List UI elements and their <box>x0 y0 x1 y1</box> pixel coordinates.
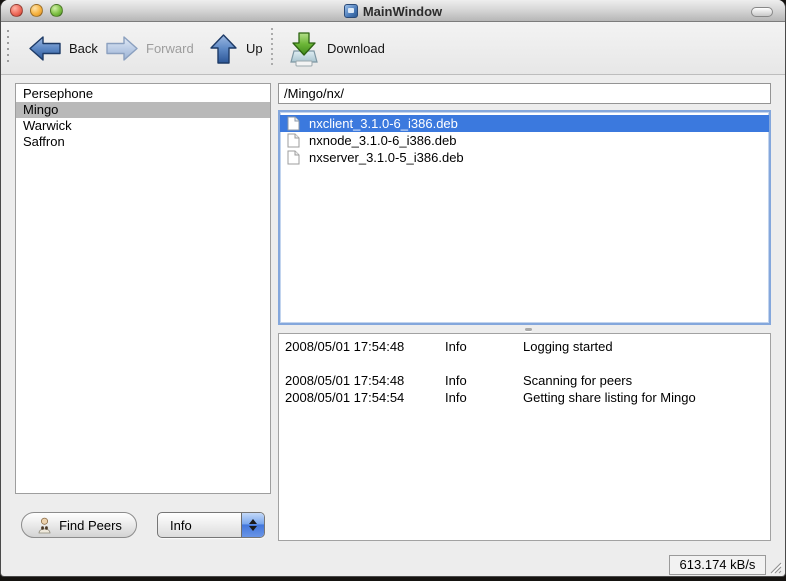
log-level: Info <box>445 389 467 406</box>
resize-grip-icon[interactable] <box>768 560 782 574</box>
back-arrow-icon <box>28 34 62 63</box>
forward-arrow-icon <box>105 34 139 63</box>
file-row[interactable]: nxnode_3.1.0-6_i386.deb <box>280 132 769 149</box>
back-button[interactable]: Back <box>28 22 98 75</box>
up-button[interactable]: Up <box>208 22 263 75</box>
splitter-handle[interactable] <box>278 325 771 333</box>
log-timestamp: 2008/05/01 17:54:54 <box>285 389 404 406</box>
file-row-selected[interactable]: nxclient_3.1.0-6_i386.deb <box>280 115 769 132</box>
popup-stepper-icon <box>241 513 264 537</box>
splitter-grip-icon <box>525 328 532 331</box>
file-name: nxclient_3.1.0-6_i386.deb <box>309 116 458 131</box>
file-name: nxnode_3.1.0-6_i386.deb <box>309 133 456 148</box>
toolbar-toggle-pill-button[interactable] <box>751 7 773 17</box>
file-row[interactable]: nxserver_3.1.0-5_i386.deb <box>280 149 769 166</box>
forward-button-label: Forward <box>146 41 194 56</box>
log-level-selected-value: Info <box>158 513 241 537</box>
log-entry: 2008/05/01 17:54:48 Info Scanning for pe… <box>279 372 770 389</box>
up-arrow-icon <box>208 33 239 65</box>
forward-button[interactable]: Forward <box>105 22 194 75</box>
chevron-up-icon <box>249 519 257 524</box>
person-binoculars-icon <box>36 517 53 534</box>
log-panel[interactable]: 2008/05/01 17:54:48 Info Logging started… <box>278 333 771 541</box>
download-button[interactable]: Download <box>288 22 385 75</box>
log-entry: 2008/05/01 17:54:54 Info Getting share l… <box>279 389 770 406</box>
find-peers-button[interactable]: Find Peers <box>21 512 137 538</box>
log-message: Logging started <box>523 338 613 355</box>
log-timestamp: 2008/05/01 17:54:48 <box>285 338 404 355</box>
app-window-icon <box>344 4 358 18</box>
chevron-down-icon <box>249 526 257 531</box>
log-message: Scanning for peers <box>523 372 632 389</box>
log-message: Getting share listing for Mingo <box>523 389 696 406</box>
peer-list-item[interactable]: Saffron <box>16 134 270 150</box>
peer-list-item-selected[interactable]: Mingo <box>16 102 270 118</box>
file-list[interactable]: nxclient_3.1.0-6_i386.deb nxnode_3.1.0-6… <box>278 110 771 325</box>
toolbar-drag-handle-icon[interactable] <box>7 30 9 66</box>
document-icon <box>287 150 300 165</box>
transfer-rate-display: 613.174 kB/s <box>669 555 766 575</box>
main-window: MainWindow Back Forward <box>0 0 786 577</box>
download-icon <box>288 31 320 67</box>
find-peers-label: Find Peers <box>59 518 122 533</box>
peer-list-item[interactable]: Persephone <box>16 86 270 102</box>
log-timestamp: 2008/05/01 17:54:48 <box>285 372 404 389</box>
log-entry-blank <box>279 355 770 372</box>
toolbar: Back Forward Up <box>1 22 785 75</box>
peer-list[interactable]: Persephone Mingo Warwick Saffron <box>15 83 271 494</box>
window-title: MainWindow <box>363 4 442 19</box>
up-button-label: Up <box>246 41 263 56</box>
peer-list-item[interactable]: Warwick <box>16 118 270 134</box>
download-button-label: Download <box>327 41 385 56</box>
log-level: Info <box>445 338 467 355</box>
path-input[interactable] <box>278 83 771 104</box>
file-name: nxserver_3.1.0-5_i386.deb <box>309 150 464 165</box>
log-level-select[interactable]: Info <box>157 512 265 538</box>
document-icon <box>287 133 300 148</box>
toolbar-separator <box>271 28 273 68</box>
title-bar[interactable]: MainWindow <box>1 0 785 22</box>
window-title-group: MainWindow <box>1 0 785 22</box>
document-icon <box>287 116 300 131</box>
log-level: Info <box>445 372 467 389</box>
log-entry: 2008/05/01 17:54:48 Info Logging started <box>279 338 770 355</box>
back-button-label: Back <box>69 41 98 56</box>
